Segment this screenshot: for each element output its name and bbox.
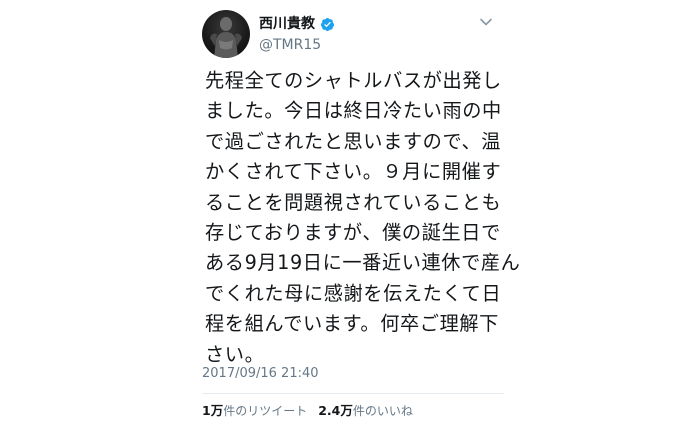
tweet-menu-button[interactable] [478,14,494,30]
handle[interactable]: @TMR15 [259,36,321,54]
tweet-timestamp[interactable]: 2017/09/16 21:40 [202,365,319,383]
verified-badge-icon [320,17,335,32]
retweets-stat[interactable]: 1万 件のリツイート [202,402,307,420]
display-name[interactable]: 西川貴教 [259,14,315,34]
tweet-text: 先程全てのシャトルバスが出発し ました。今日は終日冷たい雨の中 で過ごされたと思… [205,66,521,370]
tweet-text-line: 存じておりますが、僕の誕生日で [205,221,501,245]
author-name-row: 西川貴教 [259,14,335,34]
likes-count: 2.4万 [318,403,353,418]
tweet-text-line: ることを問題視されていることも [205,190,502,214]
tweet-text-line: ある9月19日に一番近い連休で産ん [205,251,521,275]
retweets-count: 1万 [202,403,224,418]
tweet-stats: 1万 件のリツイート 2.4万 件のいいね [202,402,413,420]
likes-label: 件のいいね [352,404,413,418]
tweet-card: 西川貴教 @TMR15 先程全てのシャトルバスが出発し ました。今日は終日冷たい… [0,0,700,432]
likes-stat[interactable]: 2.4万 件のいいね [318,402,413,420]
avatar[interactable] [202,10,250,58]
tweet-text-line: で過ごされたと思いますので、温 [205,129,502,153]
retweets-label: 件のリツイート [223,404,308,418]
chevron-down-icon [480,18,492,26]
divider [202,393,504,394]
tweet-text-line: でくれた母に感謝を伝えたくて日 [205,281,502,305]
tweet-text-line: ました。今日は終日冷たい雨の中 [205,99,502,123]
tweet-text-line: 先程全てのシャトルバスが出発し [205,69,502,92]
tweet-text-line: かくされて下さい。９月に開催す [205,160,502,184]
profile-photo-icon [210,17,242,58]
tweet-text-line: 程を組んでいます。何卒ご理解下 [205,312,499,336]
